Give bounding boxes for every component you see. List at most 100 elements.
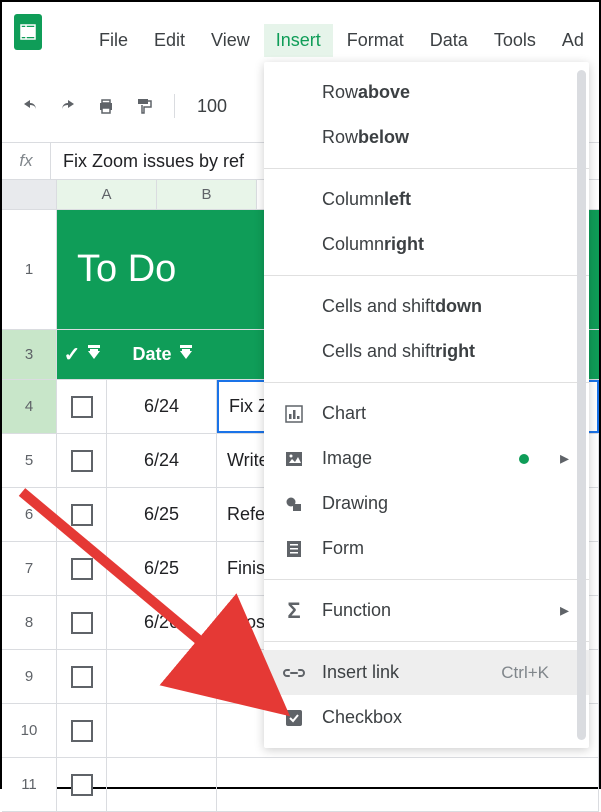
menu-cells-shift-right[interactable]: Cells and shift right: [264, 329, 589, 374]
form-icon: [282, 537, 306, 561]
checkbox-icon[interactable]: [71, 504, 93, 526]
menu-bar: File Edit View Insert Format Data Tools …: [87, 24, 596, 57]
menu-addons[interactable]: Ad: [550, 24, 596, 57]
checkbox-cell[interactable]: [57, 704, 107, 757]
menu-form[interactable]: Form: [264, 526, 589, 571]
formula-input[interactable]: Fix Zoom issues by ref: [51, 151, 244, 172]
toolbar: 100: [14, 90, 235, 122]
toolbar-separator: [174, 94, 175, 118]
row-above-prefix: Row: [322, 82, 358, 103]
menu-cells-shift-down[interactable]: Cells and shift down: [264, 284, 589, 329]
cells-down-prefix: Cells and shift: [322, 296, 435, 317]
menu-image[interactable]: Image ▸: [264, 436, 589, 481]
row-header-6[interactable]: 6: [2, 488, 57, 541]
filter-icon[interactable]: [180, 351, 192, 359]
undo-icon[interactable]: [14, 90, 46, 122]
checkbox-icon: [282, 706, 306, 730]
menu-format[interactable]: Format: [335, 24, 416, 57]
chart-label: Chart: [322, 403, 366, 424]
checkbox-icon[interactable]: [71, 666, 93, 688]
menu-insert[interactable]: Insert: [264, 24, 333, 57]
row-header-4[interactable]: 4: [2, 380, 57, 433]
date-cell[interactable]: 6/25: [107, 542, 217, 595]
date-cell[interactable]: [107, 650, 217, 703]
checkbox-cell[interactable]: [57, 488, 107, 541]
row-header-9[interactable]: 9: [2, 650, 57, 703]
menu-row-above[interactable]: Row above: [264, 70, 589, 115]
col-right-bold: right: [384, 234, 424, 255]
row-header-7[interactable]: 7: [2, 542, 57, 595]
date-cell[interactable]: 6/26: [107, 596, 217, 649]
menu-drawing[interactable]: Drawing: [264, 481, 589, 526]
checkbox-cell[interactable]: [57, 596, 107, 649]
function-label: Function: [322, 600, 391, 621]
insert-link-shortcut: Ctrl+K: [501, 663, 565, 683]
menu-data[interactable]: Data: [418, 24, 480, 57]
cells-right-bold: right: [435, 341, 475, 362]
date-cell[interactable]: 6/25: [107, 488, 217, 541]
checkbox-cell[interactable]: [57, 650, 107, 703]
redo-icon[interactable]: [52, 90, 84, 122]
menu-checkbox[interactable]: Checkbox: [264, 695, 589, 740]
row-below-bold: below: [358, 127, 409, 148]
scrollbar[interactable]: [577, 70, 586, 740]
row-header-11[interactable]: 11: [2, 758, 57, 811]
menu-file[interactable]: File: [87, 24, 140, 57]
cells-right-prefix: Cells and shift: [322, 341, 435, 362]
menu-column-right[interactable]: Column right: [264, 222, 589, 267]
checkbox-icon[interactable]: [71, 612, 93, 634]
checkbox-cell[interactable]: [57, 434, 107, 487]
checkbox-icon[interactable]: [71, 774, 93, 796]
checkbox-icon[interactable]: [71, 720, 93, 742]
insert-menu-dropdown: Row above Row below Column left Column r…: [264, 62, 589, 748]
menu-chart[interactable]: Chart: [264, 391, 589, 436]
menu-function[interactable]: Σ Function ▸: [264, 588, 589, 633]
menu-tools[interactable]: Tools: [482, 24, 548, 57]
col-left-bold: left: [384, 189, 411, 210]
menu-view[interactable]: View: [199, 24, 262, 57]
row-header-1[interactable]: 1: [2, 210, 57, 329]
image-icon: [282, 447, 306, 471]
date-header[interactable]: Date: [107, 330, 217, 379]
column-header-a[interactable]: A: [57, 180, 157, 209]
checkbox-icon[interactable]: [71, 558, 93, 580]
menu-row-below[interactable]: Row below: [264, 115, 589, 160]
date-header-label: Date: [132, 344, 171, 365]
function-icon: Σ: [282, 599, 306, 623]
row-header-8[interactable]: 8: [2, 596, 57, 649]
zoom-selector[interactable]: 100: [189, 96, 235, 117]
row-above-bold: above: [358, 82, 410, 103]
checkbox-icon[interactable]: [71, 450, 93, 472]
date-cell[interactable]: [107, 704, 217, 757]
date-cell[interactable]: 6/24: [107, 380, 217, 433]
task-cell[interactable]: [217, 758, 599, 811]
row-header-5[interactable]: 5: [2, 434, 57, 487]
date-cell[interactable]: 6/24: [107, 434, 217, 487]
menu-separator: [264, 382, 589, 383]
sheets-logo[interactable]: [14, 14, 42, 50]
print-icon[interactable]: [90, 90, 122, 122]
checkbox-icon[interactable]: [71, 396, 93, 418]
column-header-b[interactable]: B: [157, 180, 257, 209]
new-feature-dot: [519, 454, 529, 464]
paint-format-icon[interactable]: [128, 90, 160, 122]
menu-separator: [264, 275, 589, 276]
fx-label[interactable]: fx: [2, 151, 50, 171]
checkbox-cell[interactable]: [57, 542, 107, 595]
menu-column-left[interactable]: Column left: [264, 177, 589, 222]
submenu-arrow-icon: ▸: [560, 600, 569, 621]
checkmark-icon: ✓: [64, 342, 81, 367]
menu-edit[interactable]: Edit: [142, 24, 197, 57]
checkbox-cell[interactable]: [57, 758, 107, 811]
date-cell[interactable]: [107, 758, 217, 811]
select-all-corner[interactable]: [2, 180, 57, 209]
row-below-prefix: Row: [322, 127, 358, 148]
menu-separator: [264, 579, 589, 580]
row-header-3[interactable]: 3: [2, 330, 57, 379]
filter-icon[interactable]: [88, 351, 100, 359]
check-header[interactable]: ✓: [57, 330, 107, 379]
row-header-10[interactable]: 10: [2, 704, 57, 757]
checkbox-cell[interactable]: [57, 380, 107, 433]
menu-separator: [264, 168, 589, 169]
menu-insert-link[interactable]: Insert link Ctrl+K: [264, 650, 589, 695]
